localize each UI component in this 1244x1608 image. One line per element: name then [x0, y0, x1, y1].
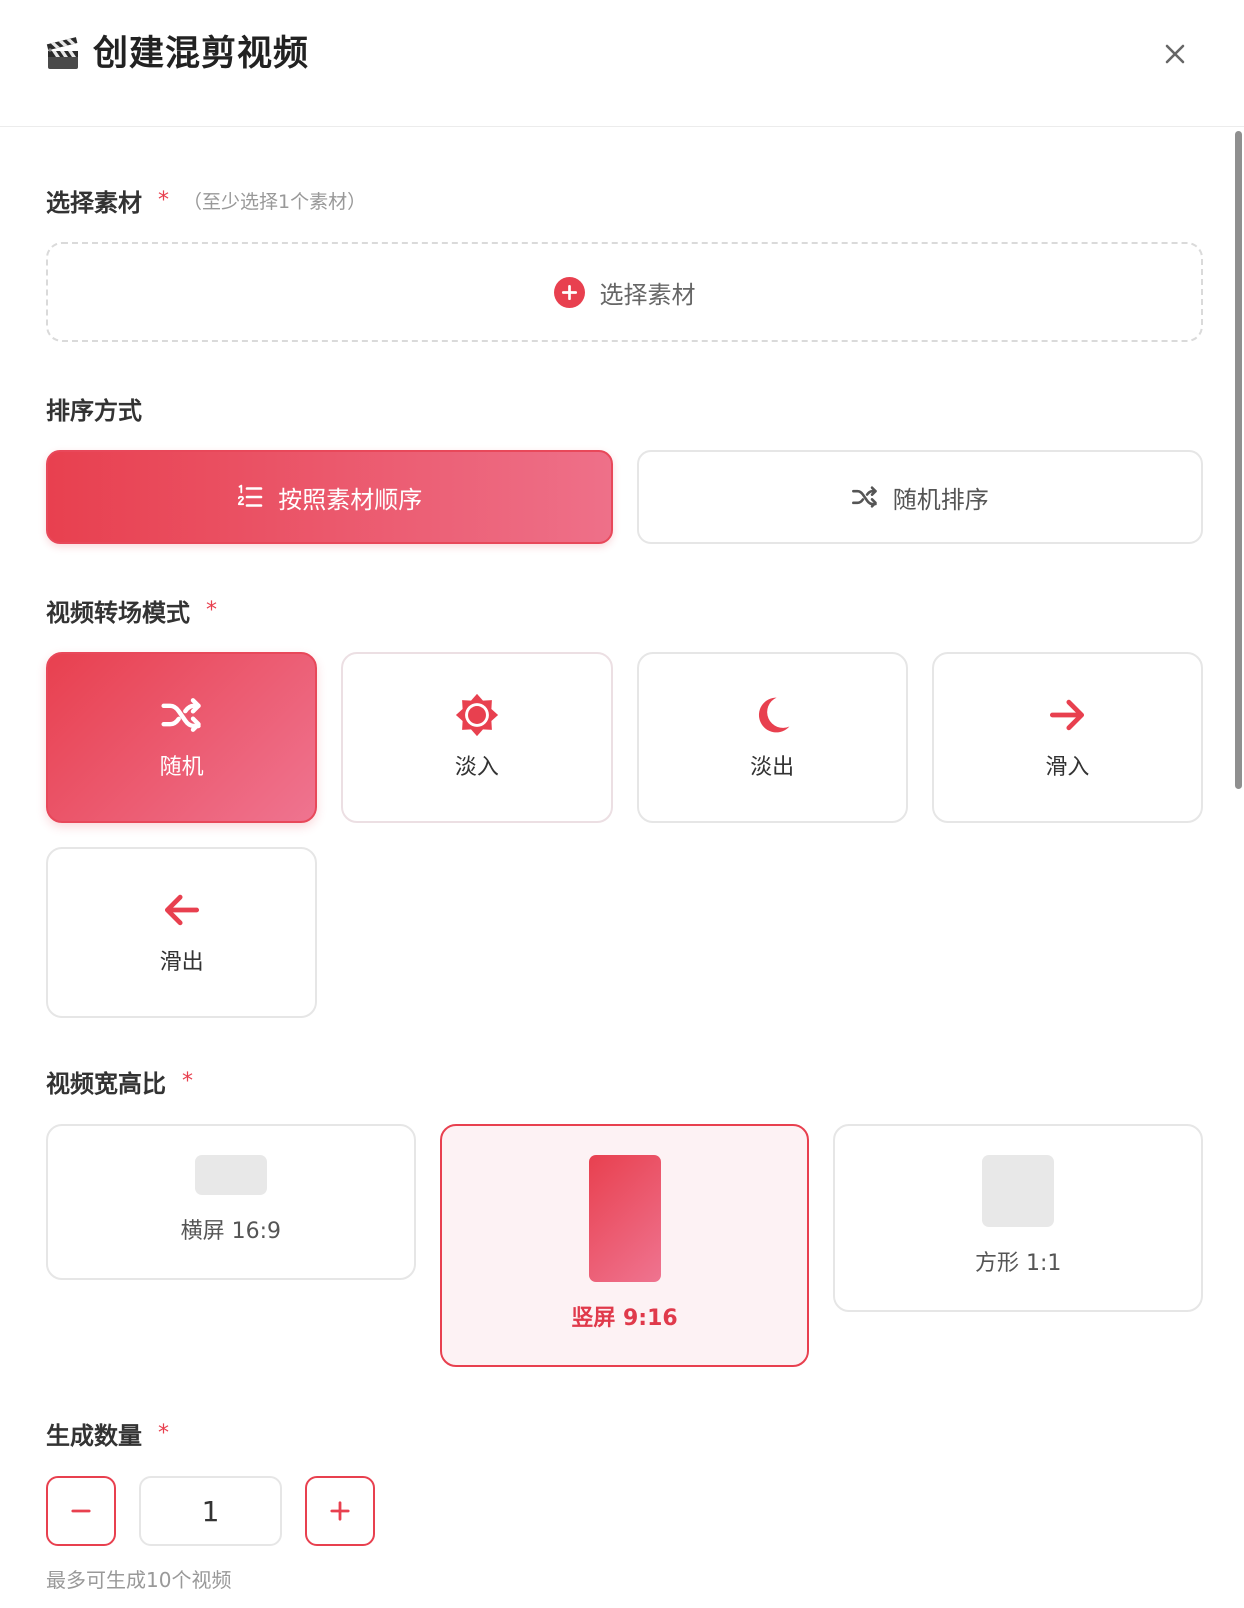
- quantity-hint: 最多可生成10个视频: [46, 1568, 232, 1592]
- plus-icon: [326, 1497, 354, 1525]
- materials-hint: （至少选择1个素材）: [183, 190, 367, 213]
- materials-section-label: 选择素材 * （至少选择1个素材）: [46, 185, 367, 217]
- sun-icon: [455, 693, 499, 737]
- clapper-board-icon: [45, 36, 81, 72]
- close-icon: [1162, 41, 1188, 67]
- aspect-option-portrait[interactable]: 竖屏 9:16: [439, 1124, 810, 1367]
- decrement-button[interactable]: [46, 1476, 116, 1546]
- minus-icon: [67, 1497, 95, 1525]
- increment-button[interactable]: [305, 1476, 375, 1546]
- quantity-section-label: 生成数量 *: [46, 1418, 169, 1450]
- quantity-label: 生成数量: [46, 1421, 142, 1450]
- scrollbar-thumb[interactable]: [1235, 131, 1242, 789]
- select-materials-label: 选择素材: [599, 280, 696, 309]
- aspect-option-label: 方形 1:1: [974, 1251, 1062, 1276]
- shuffle-icon: [851, 483, 879, 511]
- quantity-input[interactable]: [139, 1476, 282, 1546]
- sort-label: 排序方式: [46, 396, 142, 425]
- sort-option-label: 按照素材顺序: [278, 485, 423, 514]
- landscape-frame-icon: [194, 1155, 267, 1195]
- dialog-title: 创建混剪视频: [45, 34, 309, 74]
- quantity-stepper: [46, 1476, 375, 1546]
- materials-label: 选择素材: [46, 188, 142, 217]
- select-materials-button[interactable]: 选择素材: [46, 242, 1203, 342]
- required-mark: *: [182, 1068, 193, 1094]
- required-mark: *: [158, 1420, 169, 1446]
- list-ordered-icon: [236, 483, 264, 511]
- plus-circle-icon: [553, 276, 585, 308]
- aspect-label: 视频宽高比: [46, 1069, 166, 1098]
- aspect-options: 横屏 16:9 竖屏 9:16 方形 1:1: [46, 1124, 1204, 1367]
- aspect-option-label: 横屏 16:9: [180, 1219, 282, 1244]
- transition-option-label: 滑入: [1045, 754, 1090, 780]
- transition-option-fade-out[interactable]: 淡出: [636, 652, 908, 823]
- required-mark: *: [206, 597, 217, 623]
- aspect-section-label: 视频宽高比 *: [46, 1066, 193, 1098]
- transition-option-label: 滑出: [159, 949, 204, 975]
- required-mark: *: [158, 187, 169, 213]
- transition-option-fade-in[interactable]: 淡入: [341, 652, 613, 823]
- sort-option-label: 随机排序: [892, 485, 989, 514]
- aspect-option-square[interactable]: 方形 1:1: [833, 1124, 1204, 1312]
- aspect-option-label: 竖屏 9:16: [571, 1306, 678, 1331]
- transition-option-random[interactable]: 随机: [46, 652, 318, 823]
- sort-section-label: 排序方式: [46, 393, 142, 425]
- dialog-title-text: 创建混剪视频: [93, 34, 310, 74]
- transition-option-label: 淡入: [454, 754, 499, 780]
- dialog-header: 创建混剪视频: [0, 0, 1244, 127]
- transition-section-label: 视频转场模式 *: [46, 595, 217, 627]
- sort-option-sequential[interactable]: 按照素材顺序: [46, 450, 613, 544]
- transition-option-slide-in[interactable]: 滑入: [931, 652, 1203, 823]
- transition-label: 视频转场模式: [46, 598, 190, 627]
- shuffle-icon: [160, 693, 204, 737]
- moon-icon: [750, 693, 794, 737]
- portrait-frame-icon: [588, 1155, 661, 1282]
- transition-options: 随机 淡入 淡出 滑入 滑出: [46, 652, 1203, 1018]
- transition-option-label: 淡出: [750, 754, 795, 780]
- arrow-right-icon: [1045, 693, 1089, 737]
- transition-option-slide-out[interactable]: 滑出: [46, 847, 318, 1018]
- sort-option-random[interactable]: 随机排序: [636, 450, 1203, 544]
- square-frame-icon: [982, 1155, 1055, 1227]
- close-button[interactable]: [1161, 40, 1189, 68]
- sort-options: 按照素材顺序 随机排序: [46, 450, 1203, 544]
- transition-option-label: 随机: [159, 754, 204, 780]
- aspect-option-landscape[interactable]: 横屏 16:9: [46, 1124, 416, 1280]
- arrow-left-icon: [160, 888, 204, 932]
